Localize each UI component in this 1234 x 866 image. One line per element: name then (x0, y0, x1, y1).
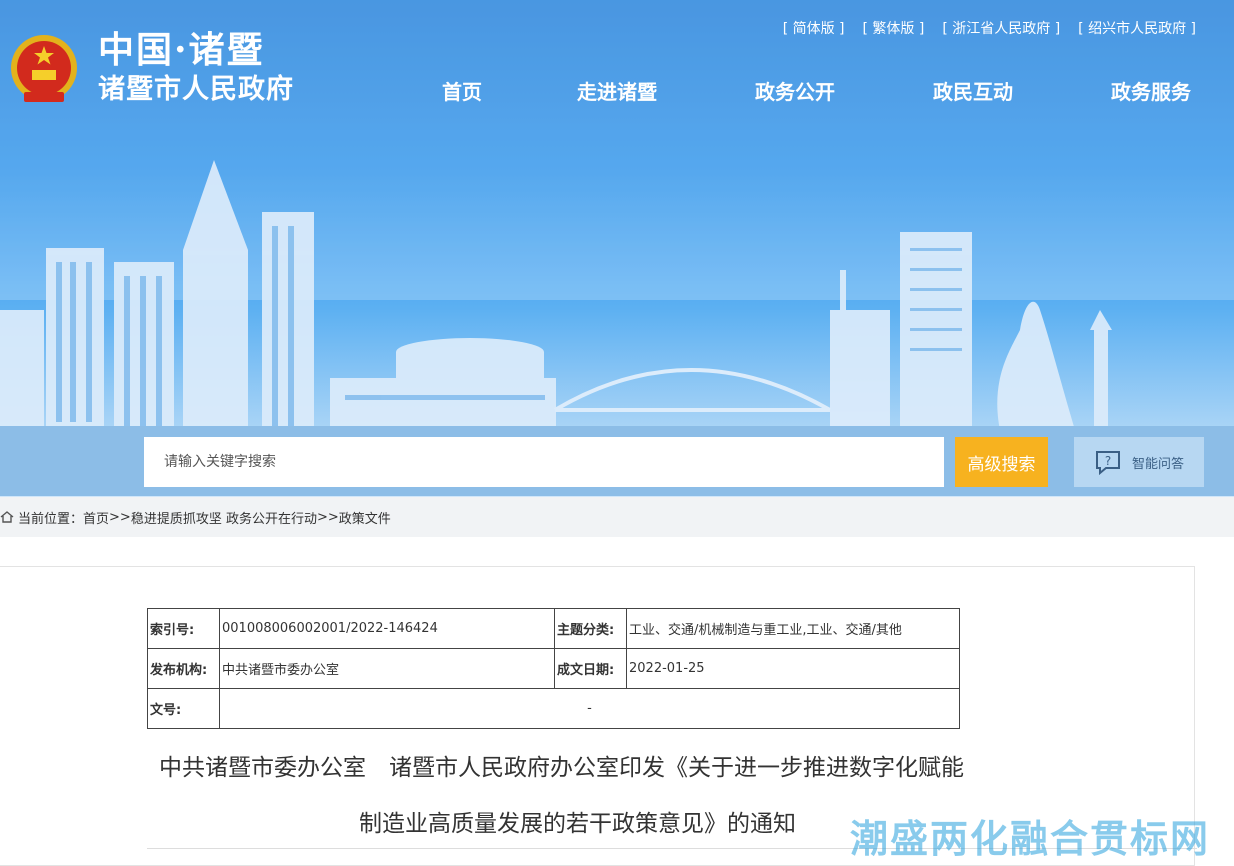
breadcrumb: 当前位置： 首页 >> 稳进提质抓攻坚 政务公开在行动 >> 政策文件 (0, 497, 1234, 537)
table-row: 发布机构: 中共诸暨市委办公室 成文日期: 2022-01-25 (147, 648, 960, 689)
table-row: 文号: - (147, 688, 960, 729)
breadcrumb-prefix: 当前位置： (18, 511, 84, 527)
advanced-search-button[interactable]: 高级搜索 (955, 437, 1048, 487)
link-shaoxing-gov[interactable]: [ 绍兴市人民政府 ] (1078, 18, 1196, 38)
link-zhejiang-gov[interactable]: [ 浙江省人民政府 ] (942, 18, 1060, 38)
site-logo-line2: 诸暨市人民政府 (98, 74, 294, 105)
svg-text:?: ? (1105, 454, 1111, 468)
smart-qa-button[interactable]: ? 智能问答 (1074, 437, 1204, 487)
site-logo[interactable]: 中国·诸暨 诸暨市人民政府 (98, 28, 294, 108)
topic-label: 主题分类: (554, 608, 627, 649)
topic-value: 工业、交通/机械制造与重工业,工业、交通/其他 (626, 608, 960, 649)
main-nav: 首页 走进诸暨 政务公开 政民互动 政务服务 (442, 76, 1191, 105)
nav-services[interactable]: 政务服务 (1111, 76, 1191, 105)
publisher-label: 发布机构: (147, 648, 220, 689)
search-input[interactable] (144, 437, 944, 487)
breadcrumb-policy-docs[interactable]: 政策文件 (339, 508, 391, 527)
docno-value: - (219, 688, 960, 729)
document-title-line1: 中共诸暨市委办公室 诸暨市人民政府办公室印发《关于进一步推进数字化赋能 (159, 755, 964, 781)
index-value: 001008006002001/2022-146424 (219, 608, 555, 649)
publisher-value: 中共诸暨市委办公室 (219, 648, 555, 689)
link-simplified[interactable]: [ 简体版 ] (783, 18, 845, 38)
header-banner: 中国·诸暨 诸暨市人民政府 [ 简体版 ] [ 繁体版 ] [ 浙江省人民政府 … (0, 0, 1234, 497)
table-row: 索引号: 001008006002001/2022-146424 主题分类: 工… (147, 608, 960, 649)
nav-about[interactable]: 走进诸暨 (577, 76, 755, 105)
search-band: 高级搜索 ? 智能问答 (0, 426, 1234, 496)
docno-label: 文号: (147, 688, 220, 729)
nav-home[interactable]: 首页 (442, 76, 577, 105)
national-emblem-icon (11, 35, 77, 102)
date-value: 2022-01-25 (626, 648, 960, 689)
document-meta-table: 索引号: 001008006002001/2022-146424 主题分类: 工… (147, 608, 960, 729)
home-icon (0, 511, 14, 523)
link-traditional[interactable]: [ 繁体版 ] (863, 18, 925, 38)
nav-interaction[interactable]: 政民互动 (933, 76, 1111, 105)
breadcrumb-separator: >> (109, 509, 131, 525)
top-links: [ 简体版 ] [ 繁体版 ] [ 浙江省人民政府 ] [ 绍兴市人民政府 ] (783, 18, 1196, 38)
breadcrumb-campaign[interactable]: 稳进提质抓攻坚 政务公开在行动 (131, 508, 317, 527)
smart-qa-label: 智能问答 (1131, 456, 1184, 472)
date-label: 成文日期: (554, 648, 627, 689)
chat-question-icon: ? (1095, 451, 1120, 475)
site-logo-line1: 中国·诸暨 (98, 29, 265, 71)
nav-gov-affairs[interactable]: 政务公开 (755, 76, 933, 105)
index-label: 索引号: (147, 608, 220, 649)
breadcrumb-separator: >> (316, 509, 339, 525)
breadcrumb-home[interactable]: 首页 (83, 508, 109, 527)
